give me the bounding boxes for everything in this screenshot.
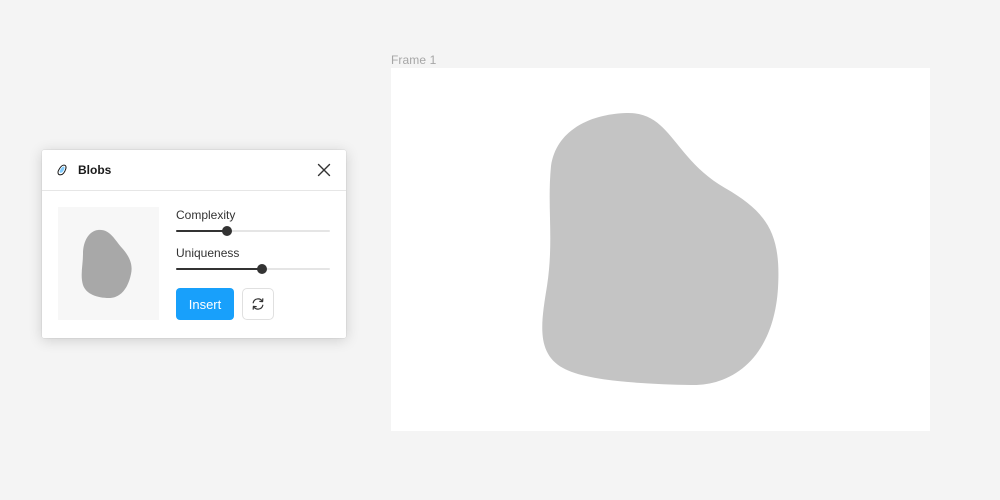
blob-icon [57, 164, 67, 176]
complexity-thumb[interactable] [221, 226, 232, 236]
blob-preview [58, 207, 159, 320]
preview-blob [81, 229, 132, 298]
uniqueness-label: Uniqueness [176, 246, 240, 260]
complexity-slider[interactable] [176, 224, 330, 238]
frame[interactable] [391, 68, 930, 431]
refresh-button[interactable] [242, 288, 274, 320]
close-button[interactable] [314, 160, 334, 180]
refresh-icon[interactable] [251, 297, 265, 311]
uniqueness-fill [176, 268, 263, 270]
dialog-title: Blobs [78, 163, 112, 177]
frame-label[interactable]: Frame 1 [391, 53, 436, 67]
insert-button[interactable]: Insert [176, 288, 234, 320]
uniqueness-thumb[interactable] [257, 264, 268, 274]
uniqueness-slider[interactable] [176, 262, 330, 276]
dialog-header: Blobs [42, 150, 346, 191]
canvas-blob-shape[interactable] [542, 112, 779, 386]
canvas-blob[interactable] [391, 68, 930, 431]
blobs-plugin-dialog: Blobs Complexity Uniqueness Insert [42, 150, 346, 338]
close-icon[interactable] [314, 160, 334, 180]
complexity-label: Complexity [176, 208, 236, 222]
complexity-fill [176, 230, 227, 232]
preview-blob-shape [81, 229, 132, 298]
